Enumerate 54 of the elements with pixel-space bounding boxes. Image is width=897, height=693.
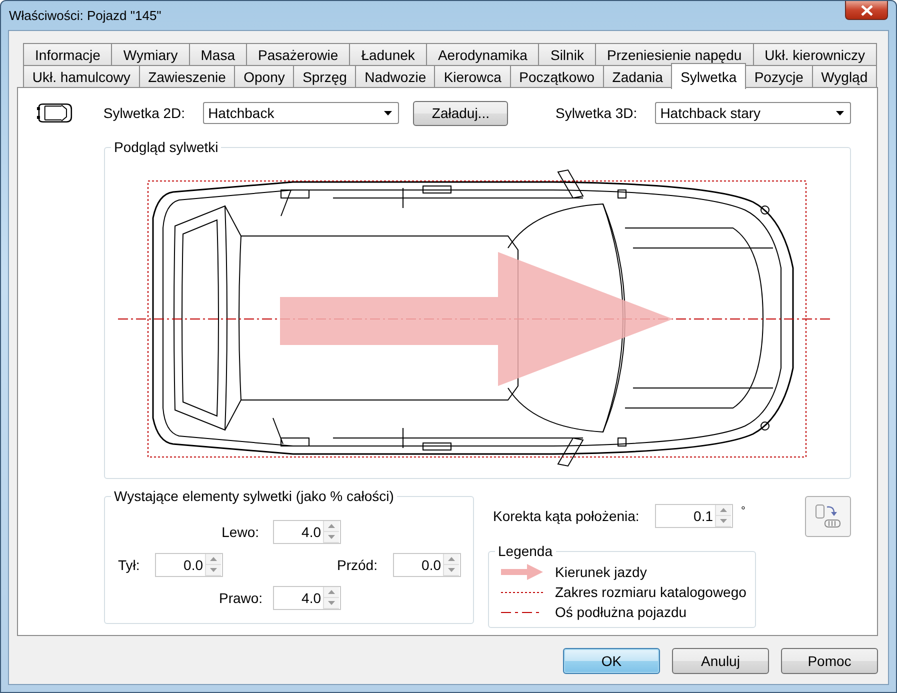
silhouette-2d-dropdown[interactable]: Hatchback (203, 102, 399, 124)
tab[interactable]: Pasażerowie (246, 43, 350, 65)
tab[interactable]: Pozycje (744, 65, 813, 87)
tab[interactable]: Ukł. hamulcowy (23, 65, 140, 87)
tab[interactable]: Przeniesienie napędu (594, 43, 754, 65)
legend-label: Oś podłużna pojazdu (555, 604, 687, 620)
tab[interactable]: Informacje (23, 43, 112, 65)
close-icon (860, 4, 872, 16)
angle-spinner[interactable]: 0.1 (655, 504, 733, 528)
field-label: Sylwetka 2D: (103, 105, 186, 121)
rotate-button[interactable] (805, 496, 851, 536)
tab[interactable]: Sprzęg (293, 65, 356, 87)
tab[interactable]: Sylwetka (671, 63, 746, 89)
tab[interactable]: Ładunek (349, 43, 427, 65)
arrow-symbol (501, 564, 543, 580)
dialog-button[interactable]: OK (563, 648, 660, 674)
right-spinner[interactable]: 4.0 (273, 586, 341, 610)
front-spinner[interactable]: 0.0 (393, 552, 461, 576)
unit-label: ° (741, 505, 746, 517)
tab[interactable]: Masa (188, 43, 247, 65)
legend-label: Kierunek jazdy (555, 564, 647, 580)
tab[interactable]: Ukł. kierowniczy (752, 43, 878, 65)
window-title: Właściwości: Pojazd "145" (9, 8, 162, 23)
tab[interactable]: Silnik (538, 43, 596, 65)
car-icon (36, 102, 74, 124)
group-title: Podgląd sylwetki (111, 139, 222, 155)
group-title: Wystające elementy sylwetki (jako % całości) (111, 488, 397, 504)
field-label: Sylwetka 3D: (555, 105, 638, 121)
tab[interactable]: Opony (234, 65, 294, 87)
tab[interactable]: Aerodynamika (426, 43, 540, 65)
field-label: Korekta kąta położenia: (493, 508, 640, 524)
tab[interactable]: Kierowca (434, 65, 511, 87)
dialog-button[interactable]: Pomoc (781, 648, 878, 674)
tab[interactable]: Zawieszenie (138, 65, 236, 87)
field-label: Prawo: (219, 590, 259, 606)
group-title: Legenda (495, 543, 556, 559)
silhouette-3d-dropdown[interactable]: Hatchback stary (655, 102, 852, 124)
rear-spinner[interactable]: 0.0 (155, 552, 223, 576)
field-label: Lewo: (220, 524, 259, 540)
left-spinner[interactable]: 4.0 (273, 520, 341, 544)
field-label: Tył: (118, 556, 141, 572)
car-rotate-icon (814, 503, 842, 529)
tab[interactable]: Nadwozie (355, 65, 436, 87)
tab[interactable]: Początkowo (510, 65, 604, 87)
load-button[interactable]: Załaduj... (412, 100, 508, 126)
close-button[interactable] (845, 1, 888, 20)
tab[interactable]: Wygląd (812, 65, 877, 87)
tab[interactable]: Zadania (602, 65, 672, 87)
legend-label: Zakres rozmiaru katalogowego (555, 584, 746, 600)
tab[interactable]: Wymiary (111, 43, 190, 65)
dropdown-arrow-icon (384, 110, 392, 116)
dropdown-arrow-icon (836, 110, 844, 116)
dialog-button[interactable]: Anuluj (672, 648, 769, 674)
field-label: Przód: (337, 556, 378, 572)
